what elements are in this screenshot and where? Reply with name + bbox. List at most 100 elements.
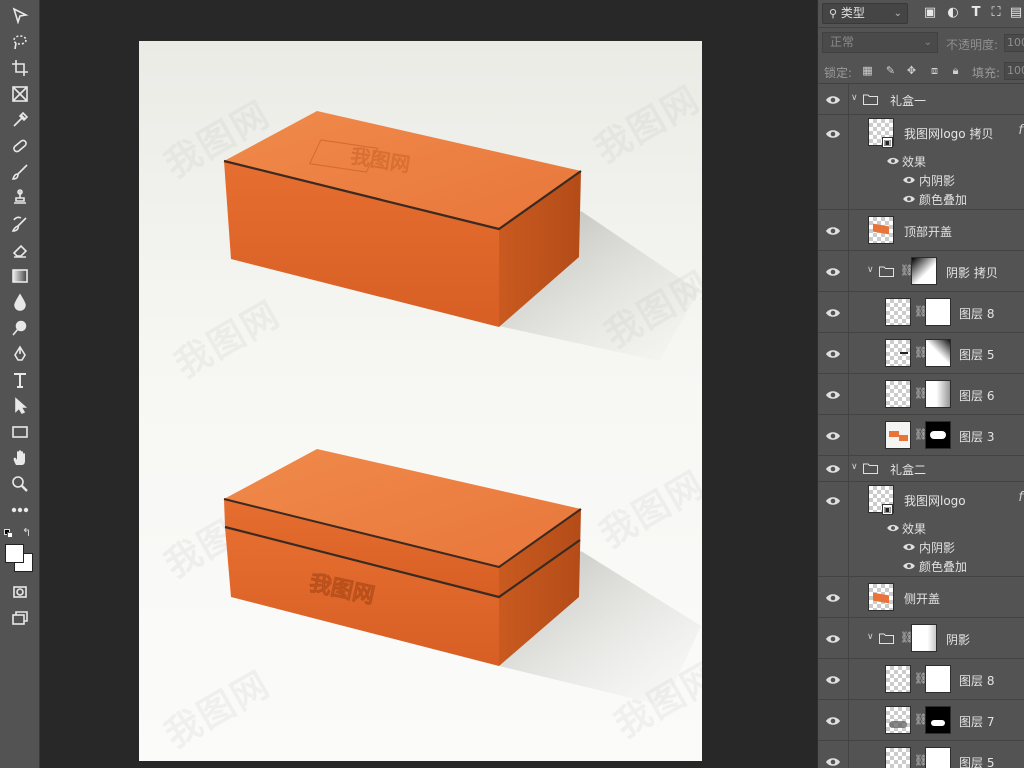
visibility-eye-icon[interactable] <box>825 348 843 360</box>
path-selection-tool-icon[interactable] <box>8 395 32 417</box>
effect-color-overlay[interactable]: 颜色叠加 <box>919 191 967 208</box>
filter-type-icon[interactable]: T <box>968 5 984 21</box>
move-tool-icon[interactable] <box>8 4 32 26</box>
chevron-down-icon[interactable]: ∨ <box>851 93 858 103</box>
blend-mode-select[interactable]: 正常 ⌄ <box>822 32 938 53</box>
link-icon[interactable]: ⛓ <box>900 265 914 277</box>
effect-color-overlay[interactable]: 颜色叠加 <box>919 558 967 575</box>
layer-mask-thumbnail[interactable] <box>925 747 951 768</box>
lock-artboard-icon[interactable]: ⧈ <box>928 64 941 77</box>
rectangle-tool-icon[interactable] <box>8 421 32 443</box>
link-icon[interactable]: ⛓ <box>914 714 928 726</box>
link-icon[interactable]: ⛓ <box>914 429 928 441</box>
layer-row-group[interactable]: ∨ 礼盒一 <box>818 84 1024 115</box>
more-tools-icon[interactable] <box>8 499 32 521</box>
visibility-eye-icon[interactable] <box>825 756 843 768</box>
visibility-eye-icon[interactable] <box>825 307 843 319</box>
layer-row-group[interactable]: ∨ 礼盒二 <box>818 456 1024 482</box>
screen-mode-icon[interactable] <box>8 607 32 629</box>
chevron-down-icon[interactable]: ∨ <box>851 462 858 472</box>
lock-pixels-icon[interactable]: ✎ <box>884 64 897 77</box>
visibility-eye-icon[interactable] <box>886 523 900 533</box>
brush-tool-icon[interactable] <box>8 161 32 183</box>
layer-row-masked[interactable]: ⛓ 图层 5 <box>818 741 1024 768</box>
filter-smart-object-icon[interactable]: ▤ <box>1008 5 1024 21</box>
layer-row-group[interactable]: ∨ ⛓ 阴影 拷贝 <box>818 251 1024 292</box>
document-canvas[interactable]: 我图网 我图网 我图网 我图网 我图网 我图网 我图网 我图网 <box>139 41 702 761</box>
effect-inner-shadow[interactable]: 内阴影 <box>919 172 955 189</box>
layer-effects-icon[interactable]: f <box>1018 123 1023 138</box>
zoom-tool-icon[interactable] <box>8 473 32 495</box>
frame-tool-icon[interactable] <box>8 83 32 105</box>
layer-mask-thumbnail[interactable] <box>925 339 951 367</box>
layer-effects-icon[interactable]: f <box>1018 490 1023 505</box>
lock-transparent-icon[interactable]: ▦ <box>861 64 874 77</box>
visibility-eye-icon[interactable] <box>902 194 916 204</box>
visibility-eye-icon[interactable] <box>902 175 916 185</box>
quick-mask-icon[interactable] <box>8 581 32 603</box>
filter-pixel-icon[interactable]: ▣ <box>922 5 938 21</box>
visibility-eye-icon[interactable] <box>825 674 843 686</box>
layer-row-masked[interactable]: ⛓ 图层 7 <box>818 700 1024 741</box>
layer-row-masked[interactable]: ⛓ 图层 3 <box>818 415 1024 456</box>
layer-row-masked[interactable]: ⛓ 图层 6 <box>818 374 1024 415</box>
visibility-eye-icon[interactable] <box>825 715 843 727</box>
layer-row-pixel[interactable]: 侧开盖 <box>818 577 1024 618</box>
layer-row-group[interactable]: ∨ ⛓ 阴影 <box>818 618 1024 659</box>
crop-tool-icon[interactable] <box>8 57 32 79</box>
gradient-tool-icon[interactable] <box>8 265 32 287</box>
visibility-eye-icon[interactable] <box>825 225 843 237</box>
layer-mask-thumbnail[interactable] <box>925 298 951 326</box>
layer-row-masked[interactable]: ⛓ 图层 5 <box>818 333 1024 374</box>
history-brush-tool-icon[interactable] <box>8 213 32 235</box>
layer-row-pixel[interactable]: 顶部开盖 <box>818 210 1024 251</box>
layer-row-masked[interactable]: ⛓ 图层 8 <box>818 659 1024 700</box>
fill-input[interactable]: 100 <box>1004 62 1024 80</box>
layer-mask-thumbnail[interactable] <box>925 421 951 449</box>
layer-mask-thumbnail[interactable] <box>911 257 937 285</box>
swap-colors-icon[interactable]: ↰ <box>22 526 31 539</box>
lock-position-icon[interactable]: ✥ <box>905 64 918 77</box>
visibility-eye-icon[interactable] <box>825 266 843 278</box>
healing-brush-tool-icon[interactable] <box>8 135 32 157</box>
dodge-tool-icon[interactable] <box>8 317 32 339</box>
effect-inner-shadow[interactable]: 内阴影 <box>919 539 955 556</box>
opacity-input[interactable]: 100 <box>1004 34 1024 52</box>
blur-tool-icon[interactable] <box>8 291 32 313</box>
visibility-eye-icon[interactable] <box>825 495 843 507</box>
clone-stamp-tool-icon[interactable] <box>8 187 32 209</box>
layer-mask-thumbnail[interactable] <box>925 706 951 734</box>
chevron-down-icon[interactable]: ∨ <box>867 265 874 275</box>
foreground-color-swatch[interactable] <box>5 544 24 563</box>
visibility-eye-icon[interactable] <box>825 389 843 401</box>
lock-all-icon[interactable]: 🔒︎ <box>949 64 962 77</box>
type-tool-icon[interactable] <box>8 369 32 391</box>
layer-row-masked[interactable]: ⛓ 图层 8 <box>818 292 1024 333</box>
hand-tool-icon[interactable] <box>8 447 32 469</box>
chevron-down-icon[interactable]: ∨ <box>867 632 874 642</box>
visibility-eye-icon[interactable] <box>902 561 916 571</box>
layer-mask-thumbnail[interactable] <box>925 380 951 408</box>
link-icon[interactable]: ⛓ <box>914 306 928 318</box>
eyedropper-tool-icon[interactable] <box>8 109 32 131</box>
visibility-eye-icon[interactable] <box>825 463 843 475</box>
layer-filter-select[interactable]: ⚲ 类型 ⌄ <box>822 3 908 24</box>
link-icon[interactable]: ⛓ <box>914 755 928 767</box>
filter-shape-icon[interactable]: ⛶ <box>988 5 1004 21</box>
visibility-eye-icon[interactable] <box>825 128 843 140</box>
visibility-eye-icon[interactable] <box>825 94 843 106</box>
layer-row-smart-object[interactable]: ▣ 我图网logo 拷贝 f 效果 内阴影 颜色叠加 <box>818 115 1024 210</box>
pen-tool-icon[interactable] <box>8 343 32 365</box>
lasso-tool-icon[interactable] <box>8 31 32 53</box>
default-colors-icon[interactable] <box>4 529 14 539</box>
visibility-eye-icon[interactable] <box>886 156 900 166</box>
link-icon[interactable]: ⛓ <box>914 673 928 685</box>
layer-row-smart-object[interactable]: ▣ 我图网logo f 效果 内阴影 颜色叠加 <box>818 482 1024 577</box>
link-icon[interactable]: ⛓ <box>900 632 914 644</box>
visibility-eye-icon[interactable] <box>902 542 916 552</box>
filter-adjustment-icon[interactable]: ◐ <box>945 5 961 21</box>
link-icon[interactable]: ⛓ <box>914 388 928 400</box>
visibility-eye-icon[interactable] <box>825 592 843 604</box>
visibility-eye-icon[interactable] <box>825 430 843 442</box>
visibility-eye-icon[interactable] <box>825 633 843 645</box>
